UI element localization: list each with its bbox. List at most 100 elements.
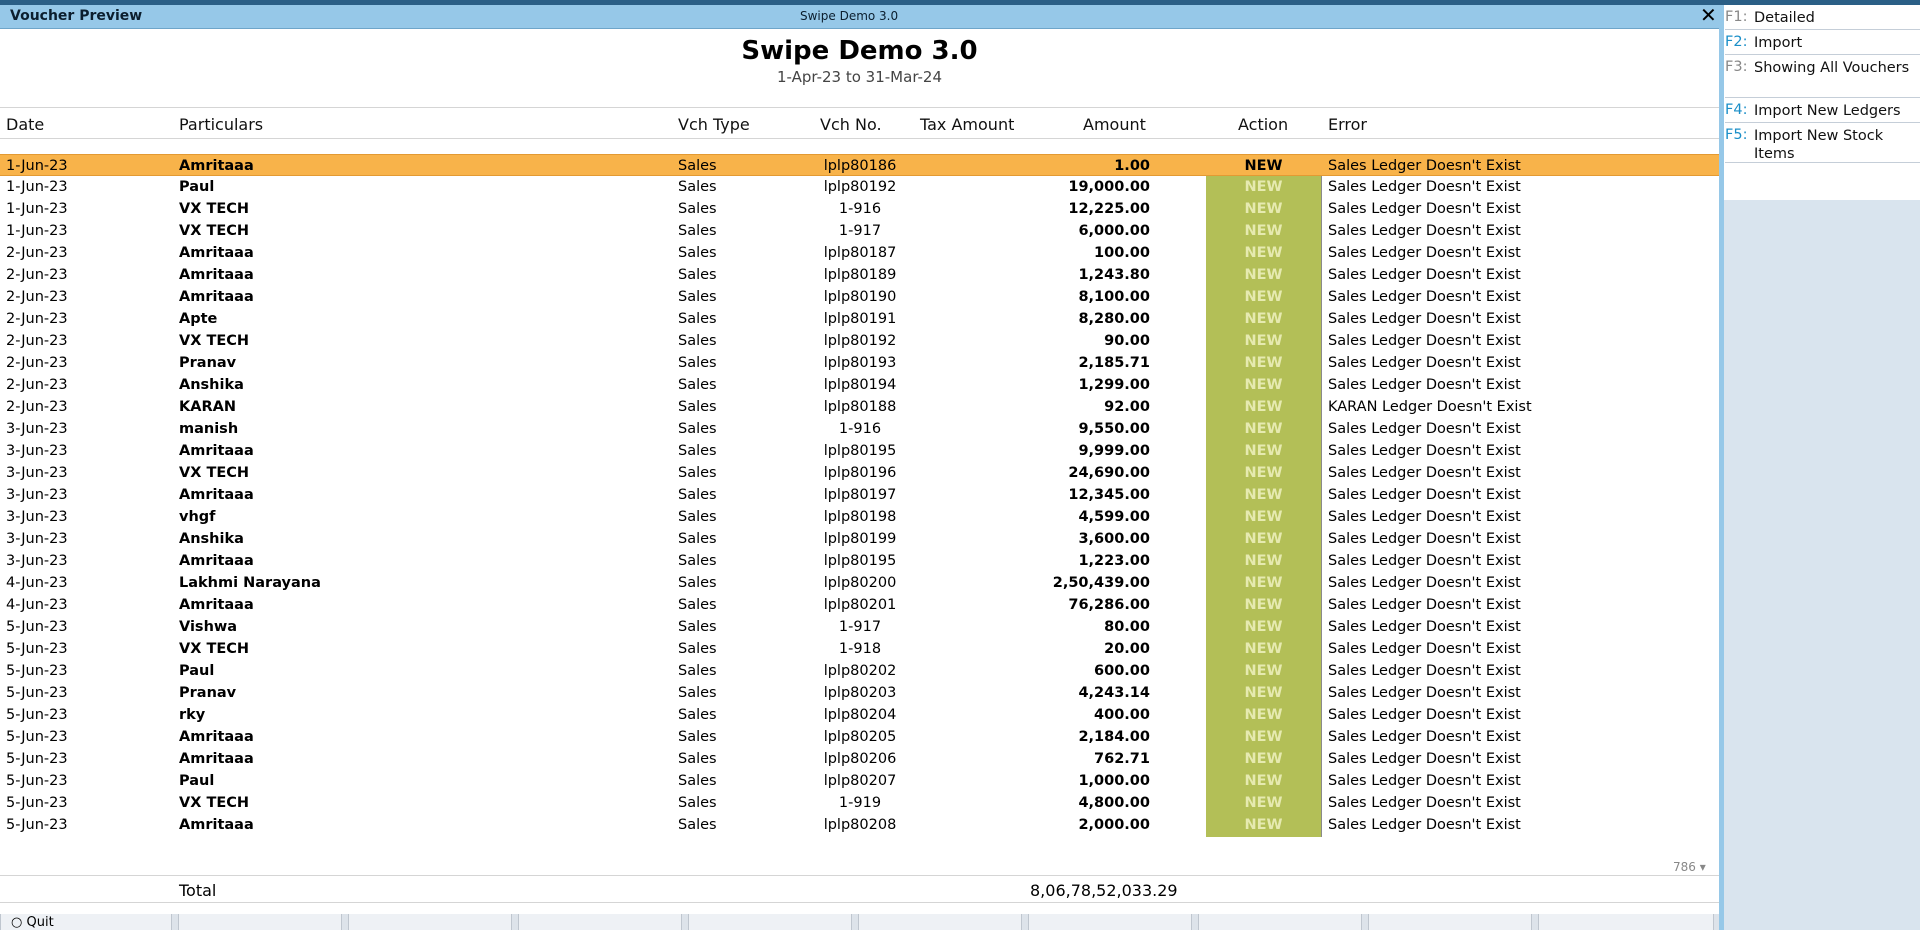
table-row[interactable]: 4-Jun-23 Amritaaa Sales lplp80201 76,286.00 N… [0, 594, 1719, 616]
table-row[interactable]: 3-Jun-23 manish Sales 1-916 9,550.00 NEW Sales… [0, 418, 1719, 440]
cell-action: NEW [1244, 531, 1283, 547]
table-row[interactable]: 1-Jun-23 Paul Sales lplp80192 19,000.00 NEW Sa… [0, 176, 1719, 198]
table-row[interactable]: 5-Jun-23 Paul Sales lplp80202 600.00 NEW Sales… [0, 660, 1719, 682]
cell-amount: 9,550.00 [1078, 421, 1150, 437]
title-bar: Voucher Preview Swipe Demo 3.0 ✕ [0, 4, 1719, 29]
report-area: Swipe Demo 3.0 1-Apr-23 to 31-Mar-24 Dat… [0, 30, 1719, 915]
table-row[interactable]: 5-Jun-23 Amritaaa Sales lplp80206 762.71 NEW S… [0, 748, 1719, 770]
bottom-button-7[interactable] [1028, 914, 1192, 930]
voucher-preview-app: Voucher Preview Swipe Demo 3.0 ✕ Swipe D… [0, 0, 1920, 930]
cell-action: NEW [1244, 245, 1283, 261]
scroll-indicator[interactable]: 786 ▾ [1673, 860, 1706, 874]
cell-particulars: VX TECH [179, 333, 250, 349]
table-row[interactable]: 5-Jun-23 Paul Sales lplp80207 1,000.00 NEW Sal… [0, 770, 1719, 792]
close-icon[interactable]: ✕ [1700, 4, 1717, 26]
cell-action: NEW [1244, 751, 1283, 767]
cell-particulars: Amritaaa [179, 487, 254, 503]
table-row[interactable]: 5-Jun-23 Amritaaa Sales lplp80205 2,184.00 NE… [0, 726, 1719, 748]
quit-button[interactable]: ○ Quit [0, 914, 172, 930]
table-row[interactable]: 2-Jun-23 KARAN Sales lplp80188 92.00 NEW KARAN… [0, 396, 1719, 418]
table-row[interactable]: 3-Jun-23 vhgf Sales lplp80198 4,599.00 NEW Sal… [0, 506, 1719, 528]
bottom-button-4[interactable] [518, 914, 682, 930]
table-row[interactable]: 3-Jun-23 Amritaaa Sales lplp80195 1,223.00 NE… [0, 550, 1719, 572]
table-row[interactable]: 5-Jun-23 Vishwa Sales 1-917 80.00 NEW Sales Le… [0, 616, 1719, 638]
bottom-button-6[interactable] [858, 914, 1022, 930]
table-row[interactable]: 1-Jun-23 Amritaaa Sales lplp80186 1.00 NEW Sal… [0, 154, 1719, 176]
table-row[interactable]: 2-Jun-23 Amritaaa Sales lplp80190 8,100.00 NE… [0, 286, 1719, 308]
side-button-showing-all-vouchers[interactable]: F3: Showing All Vouchers [1725, 55, 1920, 98]
cell-vch-no: lplp80201 [823, 597, 897, 613]
table-row[interactable]: 2-Jun-23 Amritaaa Sales lplp80189 1,243.80 NE… [0, 264, 1719, 286]
table-row[interactable]: 2-Jun-23 Amritaaa Sales lplp80187 100.00 NEW S… [0, 242, 1719, 264]
cell-vch-no: lplp80202 [823, 663, 897, 679]
cell-date: 5-Jun-23 [6, 773, 68, 789]
cell-particulars: Pranav [179, 685, 237, 701]
cell-vch-type: Sales [678, 355, 717, 371]
cell-amount: 9,999.00 [1078, 443, 1150, 459]
cell-particulars: VX TECH [179, 641, 250, 657]
cell-vch-no: lplp80197 [823, 487, 897, 503]
side-button-detailed[interactable]: F1: Detailed [1725, 5, 1920, 30]
cell-vch-type: Sales [678, 553, 717, 569]
table-row[interactable]: 3-Jun-23 Anshika Sales lplp80199 3,600.00 NEW… [0, 528, 1719, 550]
table-row[interactable]: 3-Jun-23 Amritaaa Sales lplp80195 9,999.00 NE… [0, 440, 1719, 462]
table-row[interactable]: 3-Jun-23 VX TECH Sales lplp80196 24,690.00 NE… [0, 462, 1719, 484]
side-button-label: Import New Stock Items [1754, 128, 1884, 162]
side-button-key: F2: [1725, 34, 1748, 50]
side-button-key: F4: [1725, 102, 1748, 118]
bottom-button-5[interactable] [688, 914, 852, 930]
table-row[interactable]: 2-Jun-23 VX TECH Sales lplp80192 90.00 NEW Sal… [0, 330, 1719, 352]
cell-particulars: Amritaaa [179, 729, 254, 745]
right-button-list: F1: Detailed F2: Import F3: Showing All Vouch… [1719, 5, 1920, 200]
cell-vch-no: lplp80200 [823, 575, 897, 591]
cell-amount: 76,286.00 [1068, 597, 1150, 613]
table-row[interactable]: 5-Jun-23 rky Sales lplp80204 400.00 NEW Sales … [0, 704, 1719, 726]
cell-amount: 1,243.80 [1078, 267, 1150, 283]
table-row[interactable]: 3-Jun-23 Amritaaa Sales lplp80197 12,345.00 N… [0, 484, 1719, 506]
bottom-button-3[interactable] [348, 914, 512, 930]
side-button-import[interactable]: F2: Import [1725, 30, 1920, 55]
cell-vch-no: lplp80187 [823, 245, 897, 261]
cell-action: NEW [1244, 179, 1283, 195]
cell-action: NEW [1244, 223, 1283, 239]
table-row[interactable]: 5-Jun-23 Pranav Sales lplp80203 4,243.14 NEW S… [0, 682, 1719, 704]
cell-vch-type: Sales [678, 707, 717, 723]
cell-error: KARAN Ledger Doesn't Exist [1328, 399, 1532, 415]
table-row[interactable]: 1-Jun-23 VX TECH Sales 1-916 12,225.00 NEW Sal… [0, 198, 1719, 220]
quit-label: Quit [26, 915, 54, 930]
cell-vch-type: Sales [678, 641, 717, 657]
cell-vch-type: Sales [678, 158, 717, 174]
cell-particulars: VX TECH [179, 465, 250, 481]
side-button-import-new-stock-items[interactable]: F5: Import New Stock Items [1725, 123, 1920, 163]
bottom-button-2[interactable] [178, 914, 342, 930]
cell-vch-type: Sales [678, 597, 717, 613]
table-row[interactable]: 5-Jun-23 Amritaaa Sales lplp80208 2,000.00 NE… [0, 814, 1719, 836]
cell-vch-no: 1-916 [838, 421, 882, 437]
cell-action: NEW [1244, 443, 1283, 459]
cell-vch-no: lplp80186 [823, 158, 897, 174]
cell-amount: 1,223.00 [1078, 553, 1150, 569]
cell-vch-no: 1-917 [838, 619, 882, 635]
bottom-button-9[interactable] [1368, 914, 1532, 930]
table-row[interactable]: 4-Jun-23 Lakhmi Narayana Sales lplp80200 2,5… [0, 572, 1719, 594]
table-row[interactable]: 5-Jun-23 VX TECH Sales 1-918 20.00 NEW Sales L… [0, 638, 1719, 660]
bottom-button-8[interactable] [1198, 914, 1362, 930]
cell-vch-type: Sales [678, 773, 717, 789]
bottom-button-10[interactable] [1538, 914, 1714, 930]
cell-action: NEW [1244, 795, 1283, 811]
table-row[interactable]: 2-Jun-23 Anshika Sales lplp80194 1,299.00 NEW… [0, 374, 1719, 396]
table-row[interactable]: 2-Jun-23 Pranav Sales lplp80193 2,185.71 NEW S… [0, 352, 1719, 374]
side-button-import-new-ledgers[interactable]: F4: Import New Ledgers [1725, 98, 1920, 123]
cell-particulars: Amritaaa [179, 597, 254, 613]
cell-error: Sales Ledger Doesn't Exist [1328, 421, 1521, 437]
table-row[interactable]: 5-Jun-23 VX TECH Sales 1-919 4,800.00 NEW Sale… [0, 792, 1719, 814]
table-row[interactable]: 1-Jun-23 VX TECH Sales 1-917 6,000.00 NEW Sale… [0, 220, 1719, 242]
cell-error: Sales Ledger Doesn't Exist [1328, 531, 1521, 547]
table-row[interactable]: 2-Jun-23 Apte Sales lplp80191 8,280.00 NEW Sal… [0, 308, 1719, 330]
side-button-label: Import [1754, 35, 1803, 51]
cell-date: 5-Jun-23 [6, 729, 68, 745]
cell-particulars: Pranav [179, 355, 237, 371]
cell-amount: 6,000.00 [1078, 223, 1150, 239]
cell-amount: 12,345.00 [1068, 487, 1150, 503]
cell-vch-no: lplp80192 [823, 333, 897, 349]
